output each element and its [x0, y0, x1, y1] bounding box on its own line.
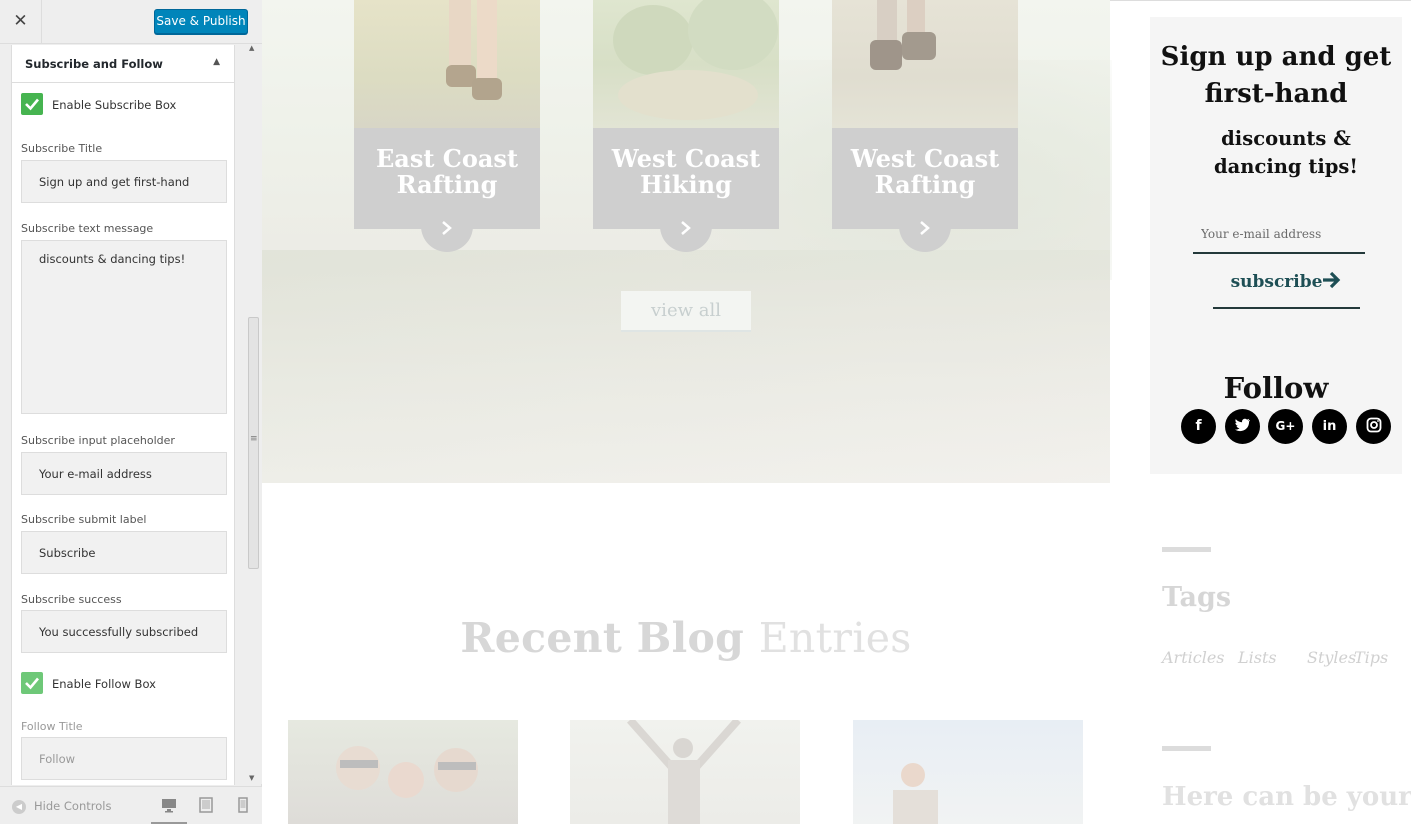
tags-title: Tags	[1162, 582, 1232, 613]
card-arrow-button[interactable]	[660, 205, 712, 252]
widget-divider	[1162, 547, 1211, 552]
checkmark-icon	[25, 677, 39, 690]
subscribe-button-label: subscribe	[1230, 272, 1323, 292]
subscribe-title-label: Subscribe Title	[21, 142, 103, 155]
site-preview: East Coast Rafting West Coast Hiking West …	[262, 0, 1411, 824]
email-input[interactable]	[1193, 216, 1365, 254]
hero-section: East Coast Rafting West Coast Hiking West …	[262, 0, 1112, 483]
customizer-header: ✕ Save & Publish	[0, 0, 262, 44]
triangle-up-icon[interactable]: ▲	[213, 57, 220, 67]
subscribe-text-label: Subscribe text message	[21, 222, 154, 235]
forest-image	[613, 0, 778, 120]
desktop-icon[interactable]	[161, 797, 177, 813]
subscribe-title-input[interactable]	[21, 160, 227, 203]
facebook-icon[interactable]: f	[1181, 409, 1216, 444]
woman-hiker-image	[893, 763, 938, 824]
subscribe-placeholder-label: Subscribe input placeholder	[21, 434, 175, 447]
close-icon[interactable]: ✕	[0, 0, 42, 43]
tag-link[interactable]: Styles	[1307, 648, 1356, 667]
tour-card[interactable]: West Coast Rafting	[832, 0, 1018, 252]
section-title: Subscribe and Follow	[25, 57, 163, 71]
family-photo-image	[336, 746, 478, 798]
google-plus-icon[interactable]: G+	[1268, 409, 1303, 444]
grip-icon: ≡	[250, 434, 258, 444]
sidebar-scrollbar[interactable]: ▲ ≡ ▼	[246, 44, 262, 784]
card-image	[354, 0, 540, 128]
view-all-button[interactable]: view all	[621, 291, 751, 332]
subscribe-widget: Sign up and get first-hand discounts & d…	[1150, 17, 1402, 474]
card-title: East Coast Rafting	[375, 144, 519, 199]
subscribe-text: discounts & dancing tips!	[1214, 127, 1358, 178]
card-title: West Coast Hiking	[611, 144, 761, 199]
mobile-icon[interactable]	[235, 797, 251, 813]
customizer-panel: Subscribe and Follow ▲ Enable Subscribe …	[11, 45, 235, 785]
card-image	[832, 0, 1018, 128]
tablet-icon[interactable]	[198, 797, 214, 813]
subscribe-button[interactable]: subscribe	[1213, 267, 1360, 309]
tag-link[interactable]: Tips	[1354, 648, 1388, 667]
subscribe-placeholder-input[interactable]	[21, 452, 227, 495]
follow-title: Follow	[1223, 371, 1329, 405]
customizer-footer: ◀ Hide Controls	[0, 786, 262, 824]
card-arrow-button[interactable]	[421, 205, 473, 252]
hero-background-slope	[262, 250, 1110, 483]
subscribe-text-textarea[interactable]: discounts & dancing tips!	[21, 240, 227, 414]
subscribe-title: Sign up and get first-hand	[1160, 42, 1392, 109]
subscribe-enable-checkbox[interactable]	[21, 93, 43, 115]
arrow-right-icon	[1323, 271, 1341, 289]
follow-enable-checkbox[interactable]	[21, 672, 43, 694]
section-body: Enable Subscribe Box Subscribe Title Sub…	[11, 83, 235, 785]
follow-title-label: Follow Title	[21, 720, 83, 733]
subscribe-success-input[interactable]	[21, 610, 227, 653]
blog-section-title: Recent Blog Entries	[460, 614, 912, 662]
follow-enable-label: Enable Follow Box	[52, 677, 156, 691]
tour-card[interactable]: East Coast Rafting	[354, 0, 540, 252]
checkmark-icon	[25, 98, 39, 111]
save-publish-button[interactable]: Save & Publish	[154, 9, 248, 34]
twitter-icon[interactable]	[1225, 409, 1260, 444]
chevron-right-icon	[920, 221, 930, 235]
widget-divider	[1162, 746, 1211, 751]
scrollbar-thumb[interactable]: ≡	[248, 317, 259, 569]
follow-title-input[interactable]	[21, 737, 227, 780]
hide-controls-label: Hide Controls	[34, 799, 112, 813]
card-title: West Coast Rafting	[850, 144, 1000, 199]
instagram-camera-shape	[1366, 417, 1381, 433]
tour-card[interactable]: West Coast Hiking	[593, 0, 779, 252]
customizer-sidebar: ✕ Save & Publish Subscribe and Follow ▲ …	[0, 0, 262, 824]
subscribe-submit-label-label: Subscribe submit label	[21, 513, 147, 526]
instagram-icon[interactable]	[1356, 409, 1391, 444]
card-arrow-button[interactable]	[899, 205, 951, 252]
widget-title: Here can be your	[1162, 782, 1411, 812]
blog-thumbnail[interactable]	[570, 717, 800, 824]
hide-controls-button[interactable]: ◀ Hide Controls	[12, 799, 111, 814]
collapse-icon: ◀	[12, 799, 26, 814]
blog-thumbnail[interactable]	[288, 720, 518, 824]
scroll-down-icon[interactable]: ▼	[249, 774, 254, 782]
card-image	[593, 0, 779, 128]
section-header[interactable]: Subscribe and Follow ▲	[11, 45, 235, 83]
tag-link[interactable]: Lists	[1238, 648, 1277, 667]
scroll-up-icon[interactable]: ▲	[249, 44, 254, 52]
chevron-right-icon	[681, 221, 691, 235]
blog-thumbnail[interactable]	[853, 720, 1083, 824]
subscribe-submit-label-input[interactable]	[21, 531, 227, 574]
subscribe-enable-label: Enable Subscribe Box	[52, 98, 177, 112]
hiking-boots-image	[870, 0, 936, 70]
linkedin-icon[interactable]: in	[1312, 409, 1347, 444]
tag-link[interactable]: Articles	[1162, 648, 1225, 667]
hiker-legs-image	[446, 0, 502, 100]
subscribe-success-label: Subscribe success	[21, 593, 122, 606]
chevron-right-icon	[442, 221, 452, 235]
twitter-bird-shape	[1234, 418, 1250, 432]
celebrating-hiker-image	[627, 717, 741, 824]
